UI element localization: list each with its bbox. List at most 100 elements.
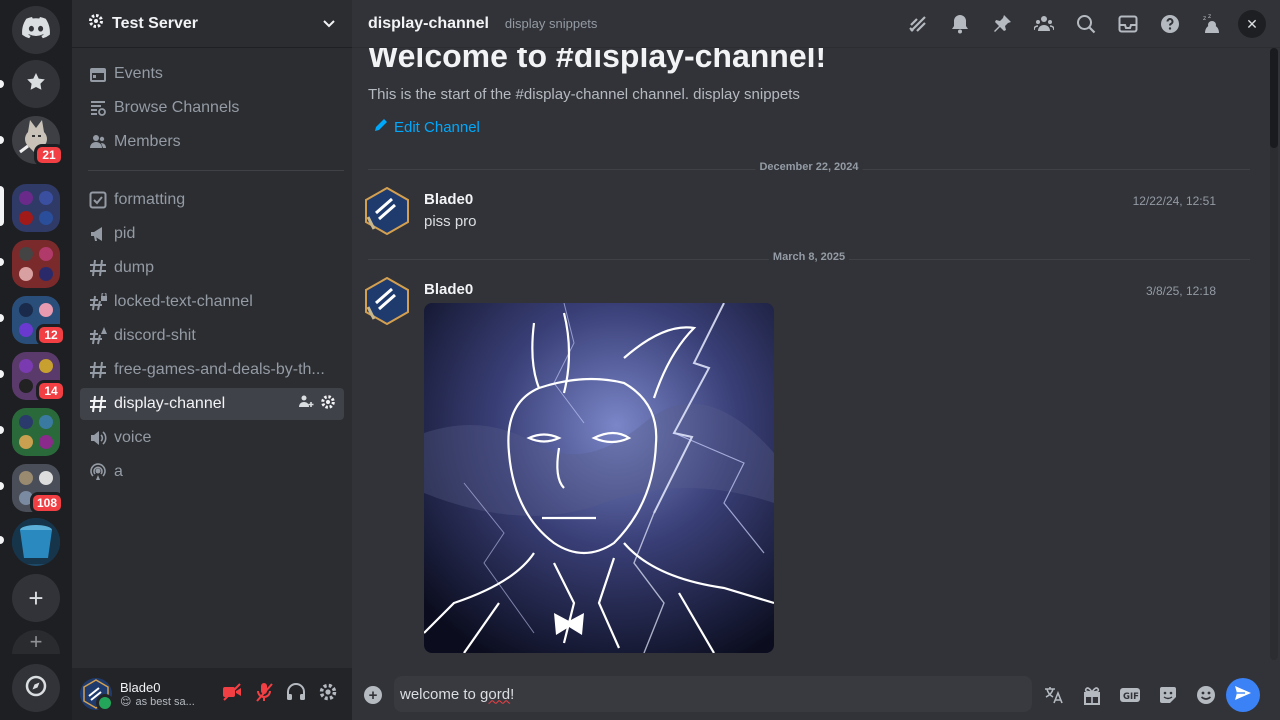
stage-icon xyxy=(88,462,108,482)
user-avatar[interactable] xyxy=(80,678,114,712)
server-folder-5[interactable] xyxy=(12,408,60,456)
inbox-icon[interactable] xyxy=(1116,12,1140,36)
folder-server-icon xyxy=(39,303,53,317)
svg-text:z: z xyxy=(1208,13,1211,20)
channel-label: voice xyxy=(114,429,152,446)
date-divider-label: March 8, 2025 xyxy=(768,251,850,263)
channel-a[interactable]: a xyxy=(80,456,344,488)
gif-icon[interactable]: GIF xyxy=(1118,684,1142,706)
server-fox-avatar[interactable]: 21 xyxy=(12,116,64,166)
server-folder-2[interactable] xyxy=(12,240,60,288)
member-list-icon[interactable] xyxy=(1032,12,1056,36)
close-button[interactable]: ✕ xyxy=(1238,10,1266,38)
message-avatar[interactable] xyxy=(364,276,410,326)
star-icon xyxy=(26,72,46,97)
date-divider: March 8, 2025 xyxy=(368,251,1250,263)
status-emoji: 😌 xyxy=(120,696,132,708)
username: Blade0 xyxy=(120,680,161,695)
channel-title: display-channel xyxy=(368,14,489,32)
unread-pill xyxy=(0,370,4,378)
channel-voice[interactable]: voice xyxy=(80,422,344,454)
help-icon[interactable] xyxy=(1158,12,1182,36)
channel-dump[interactable]: dump xyxy=(80,252,344,284)
edit-channel-link[interactable]: Edit Channel xyxy=(374,118,480,136)
channel-label: pid xyxy=(114,225,136,242)
send-button[interactable] xyxy=(1226,678,1260,712)
selected-pill xyxy=(0,186,4,226)
threads-icon[interactable] xyxy=(906,12,930,36)
unread-pill xyxy=(0,80,4,88)
more-servers-button[interactable]: + xyxy=(12,630,60,654)
channel-display-channel[interactable]: display-channel xyxy=(80,388,344,420)
chevron-down-icon[interactable] xyxy=(322,16,336,35)
server-bucket[interactable] xyxy=(12,518,60,566)
home-button[interactable] xyxy=(12,6,60,54)
lightning-drawing-image[interactable] xyxy=(424,303,774,653)
mention-badge: 108 xyxy=(30,492,65,514)
input-misspelled-word: gord xyxy=(480,685,511,703)
channel-pid[interactable]: pid xyxy=(80,218,344,250)
user-panel: Blade0 😌 as best sa... xyxy=(72,668,352,720)
server-folder-4[interactable]: 14 xyxy=(12,352,66,402)
hash-warning-icon xyxy=(88,326,108,346)
folder-server-icon xyxy=(19,359,33,373)
message-author[interactable]: Blade0 xyxy=(424,281,473,298)
add-member-icon[interactable] xyxy=(298,394,314,415)
hash-icon xyxy=(88,360,108,380)
channel-settings-gear-icon[interactable] xyxy=(320,394,336,415)
input-text-after: ! xyxy=(510,685,515,703)
server-folder-1[interactable] xyxy=(12,184,60,232)
date-divider: December 22, 2024 xyxy=(368,161,1250,173)
gift-icon[interactable] xyxy=(1080,684,1104,706)
user-settings-button[interactable] xyxy=(312,678,344,710)
channel-label: display-channel xyxy=(114,395,226,412)
sidebar-item-label: Browse Channels xyxy=(114,99,240,116)
discover-button[interactable] xyxy=(12,664,60,712)
sticker-icon[interactable] xyxy=(1156,684,1180,706)
message-avatar[interactable] xyxy=(364,186,410,236)
input-text-before: welcome to xyxy=(400,685,481,703)
mute-button[interactable] xyxy=(248,678,280,710)
folder-server-icon xyxy=(19,211,33,225)
server-folder-6[interactable]: 108 xyxy=(12,464,65,514)
sidebar-item-events[interactable]: Events xyxy=(80,58,344,90)
emoji-icon[interactable] xyxy=(1194,684,1218,706)
user-info[interactable]: Blade0 😌 as best sa... xyxy=(120,680,216,708)
sidebar-item-browse-channels[interactable]: Browse Channels xyxy=(80,92,344,124)
compass-icon xyxy=(25,675,47,702)
message-input[interactable]: welcome to gord! xyxy=(394,676,1032,712)
camera-off-button[interactable] xyxy=(216,678,248,710)
chat-scrollbar[interactable] xyxy=(1270,48,1278,660)
scrollbar-thumb[interactable] xyxy=(1270,48,1278,148)
header-toolbar: zz xyxy=(906,12,1224,36)
message-author[interactable]: Blade0 xyxy=(424,191,473,208)
server-header[interactable]: Test Server xyxy=(72,0,352,48)
search-icon[interactable] xyxy=(1074,12,1098,36)
sidebar-item-members[interactable]: Members xyxy=(80,126,344,158)
channel-discord-shit[interactable]: discord-shit xyxy=(80,320,344,352)
folder-server-icon xyxy=(19,267,33,281)
channel-topic[interactable]: display snippets xyxy=(505,16,598,31)
add-server-button[interactable]: + xyxy=(12,574,60,622)
notification-bell-icon[interactable] xyxy=(948,12,972,36)
folder-server-icon xyxy=(39,435,53,449)
favorites-server[interactable] xyxy=(12,60,60,108)
chat-area: display-channel display snippets z z ✕ W… xyxy=(352,0,1280,720)
folder-server-icon xyxy=(19,379,33,393)
upload-plus-button[interactable]: + xyxy=(364,686,382,704)
unread-pill xyxy=(0,426,4,434)
channel-formatting[interactable]: formatting xyxy=(80,184,344,216)
unread-pill xyxy=(0,314,4,322)
server-rail: 21 12 14 108 + + xyxy=(0,0,72,720)
channel-locked-text-channel[interactable]: locked-text-channel xyxy=(80,286,344,318)
message-timestamp: 3/8/25, 12:18 xyxy=(1145,284,1216,298)
sleep-mascot-icon[interactable]: zz xyxy=(1200,12,1224,36)
channel-free-games[interactable]: free-games-and-deals-by-th... xyxy=(80,354,344,386)
pin-icon[interactable] xyxy=(990,12,1014,36)
deafen-button[interactable] xyxy=(280,678,312,710)
announcement-icon xyxy=(88,224,108,244)
server-folder-3[interactable]: 12 xyxy=(12,296,66,346)
channel-label: locked-text-channel xyxy=(114,293,253,310)
folder-server-icon xyxy=(19,191,33,205)
translate-icon[interactable] xyxy=(1042,684,1066,706)
